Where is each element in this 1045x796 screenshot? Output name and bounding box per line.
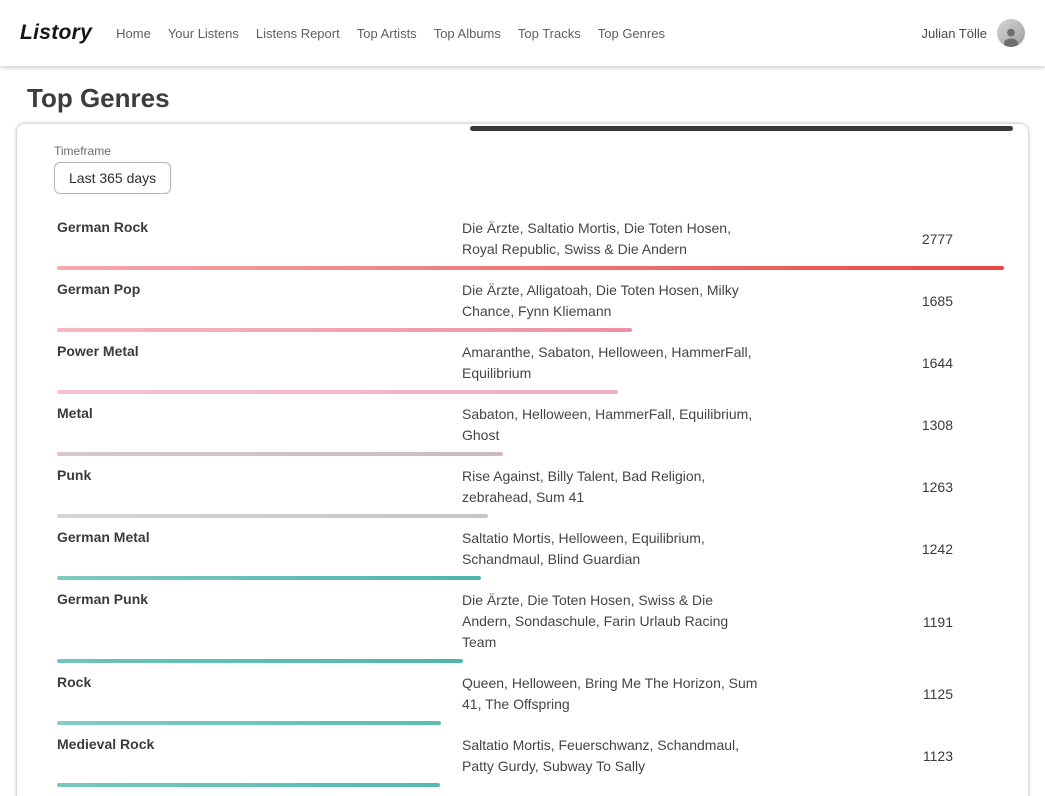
- genre-bar: [57, 514, 488, 518]
- genre-top-artists: Sabaton, Helloween, HammerFall, Equilibr…: [462, 404, 762, 446]
- genre-name: Medieval Rock: [57, 735, 462, 752]
- genre-row: Power Metal Amaranthe, Sabaton, Hellowee…: [37, 332, 1004, 394]
- genre-name: Metal: [57, 404, 462, 421]
- genre-bar-track: [57, 659, 1004, 663]
- genre-name: German Punk: [57, 590, 462, 607]
- genre-name: German Pop: [57, 280, 462, 297]
- genre-name: Rock: [57, 673, 462, 690]
- genre-name: German Metal: [57, 528, 462, 545]
- nav-item-home[interactable]: Home: [116, 26, 151, 41]
- genre-bar: [57, 659, 463, 663]
- genre-row: Medieval Rock Saltatio Mortis, Feuerschw…: [37, 725, 1004, 787]
- page-title: Top Genres: [27, 83, 1045, 114]
- genre-listen-count: 1191: [762, 614, 1004, 630]
- genre-bar: [57, 266, 1004, 270]
- genre-row: German Rock Die Ärzte, Saltatio Mortis, …: [37, 208, 1004, 270]
- genre-row: Melodic Metal Unleash The Archers, Hello…: [37, 787, 1004, 796]
- genre-row: Metal Sabaton, Helloween, HammerFall, Eq…: [37, 394, 1004, 456]
- genre-top-artists: Queen, Helloween, Bring Me The Horizon, …: [462, 673, 762, 715]
- genre-row: German Pop Die Ärzte, Alligatoah, Die To…: [37, 270, 1004, 332]
- nav-item-top-tracks[interactable]: Top Tracks: [518, 26, 581, 41]
- top-genres-card: Timeframe Last 365 days German Rock Die …: [17, 124, 1028, 796]
- genre-bar: [57, 390, 618, 394]
- genres-table: German Rock Die Ärzte, Saltatio Mortis, …: [37, 208, 1004, 796]
- person-icon: [1000, 25, 1022, 47]
- genre-bar-track: [57, 783, 1004, 787]
- genre-top-artists: Die Ärzte, Saltatio Mortis, Die Toten Ho…: [462, 218, 762, 260]
- genre-top-artists: Die Ärzte, Die Toten Hosen, Swiss & Die …: [462, 590, 762, 653]
- genre-row: German Metal Saltatio Mortis, Helloween,…: [37, 518, 1004, 580]
- genre-top-artists: Die Ärzte, Alligatoah, Die Toten Hosen, …: [462, 280, 762, 322]
- genre-listen-count: 2777: [762, 231, 1004, 247]
- genre-bar-track: [57, 266, 1004, 270]
- genre-listen-count: 1644: [762, 355, 1004, 371]
- genre-row: Punk Rise Against, Billy Talent, Bad Rel…: [37, 456, 1004, 518]
- genre-bar-track: [57, 328, 1004, 332]
- nav-item-top-genres[interactable]: Top Genres: [598, 26, 665, 41]
- genre-listen-count: 1242: [762, 541, 1004, 557]
- genre-name: German Rock: [57, 218, 462, 235]
- horizontal-scrollbar[interactable]: [470, 126, 1013, 131]
- genre-bar-track: [57, 576, 1004, 580]
- app-logo[interactable]: Listory: [20, 21, 92, 45]
- genre-bar: [57, 452, 503, 456]
- top-navbar: Listory Home Your Listens Listens Report…: [0, 0, 1045, 66]
- genre-top-artists: Rise Against, Billy Talent, Bad Religion…: [462, 466, 762, 508]
- genre-bar-track: [57, 514, 1004, 518]
- timeframe-select[interactable]: Last 365 days: [54, 162, 171, 194]
- genre-row: Rock Queen, Helloween, Bring Me The Hori…: [37, 663, 1004, 725]
- genre-top-artists: Amaranthe, Sabaton, Helloween, HammerFal…: [462, 342, 762, 384]
- genre-listen-count: 1685: [762, 293, 1004, 309]
- user-avatar[interactable]: [997, 19, 1025, 47]
- nav-item-listens-report[interactable]: Listens Report: [256, 26, 340, 41]
- genre-bar: [57, 576, 481, 580]
- nav-item-top-albums[interactable]: Top Albums: [434, 26, 501, 41]
- genre-bar: [57, 721, 441, 725]
- nav-item-your-listens[interactable]: Your Listens: [168, 26, 239, 41]
- user-menu[interactable]: Julian Tölle: [921, 19, 1025, 47]
- nav-item-top-artists[interactable]: Top Artists: [357, 26, 417, 41]
- genre-name: Punk: [57, 466, 462, 483]
- genre-listen-count: 1263: [762, 479, 1004, 495]
- genre-bar-track: [57, 390, 1004, 394]
- genre-listen-count: 1123: [762, 748, 1004, 764]
- genre-bar-track: [57, 452, 1004, 456]
- genre-bar: [57, 328, 632, 332]
- genre-listen-count: 1125: [762, 686, 1004, 702]
- main-nav: Home Your Listens Listens Report Top Art…: [116, 26, 921, 41]
- genre-bar-track: [57, 721, 1004, 725]
- genre-bar: [57, 783, 440, 787]
- genre-top-artists: Saltatio Mortis, Helloween, Equilibrium,…: [462, 528, 762, 570]
- genre-row: German Punk Die Ärzte, Die Toten Hosen, …: [37, 580, 1004, 663]
- genre-listen-count: 1308: [762, 417, 1004, 433]
- genre-top-artists: Saltatio Mortis, Feuerschwanz, Schandmau…: [462, 735, 762, 777]
- user-name[interactable]: Julian Tölle: [921, 26, 987, 41]
- timeframe-label: Timeframe: [54, 144, 1004, 158]
- genre-name: Power Metal: [57, 342, 462, 359]
